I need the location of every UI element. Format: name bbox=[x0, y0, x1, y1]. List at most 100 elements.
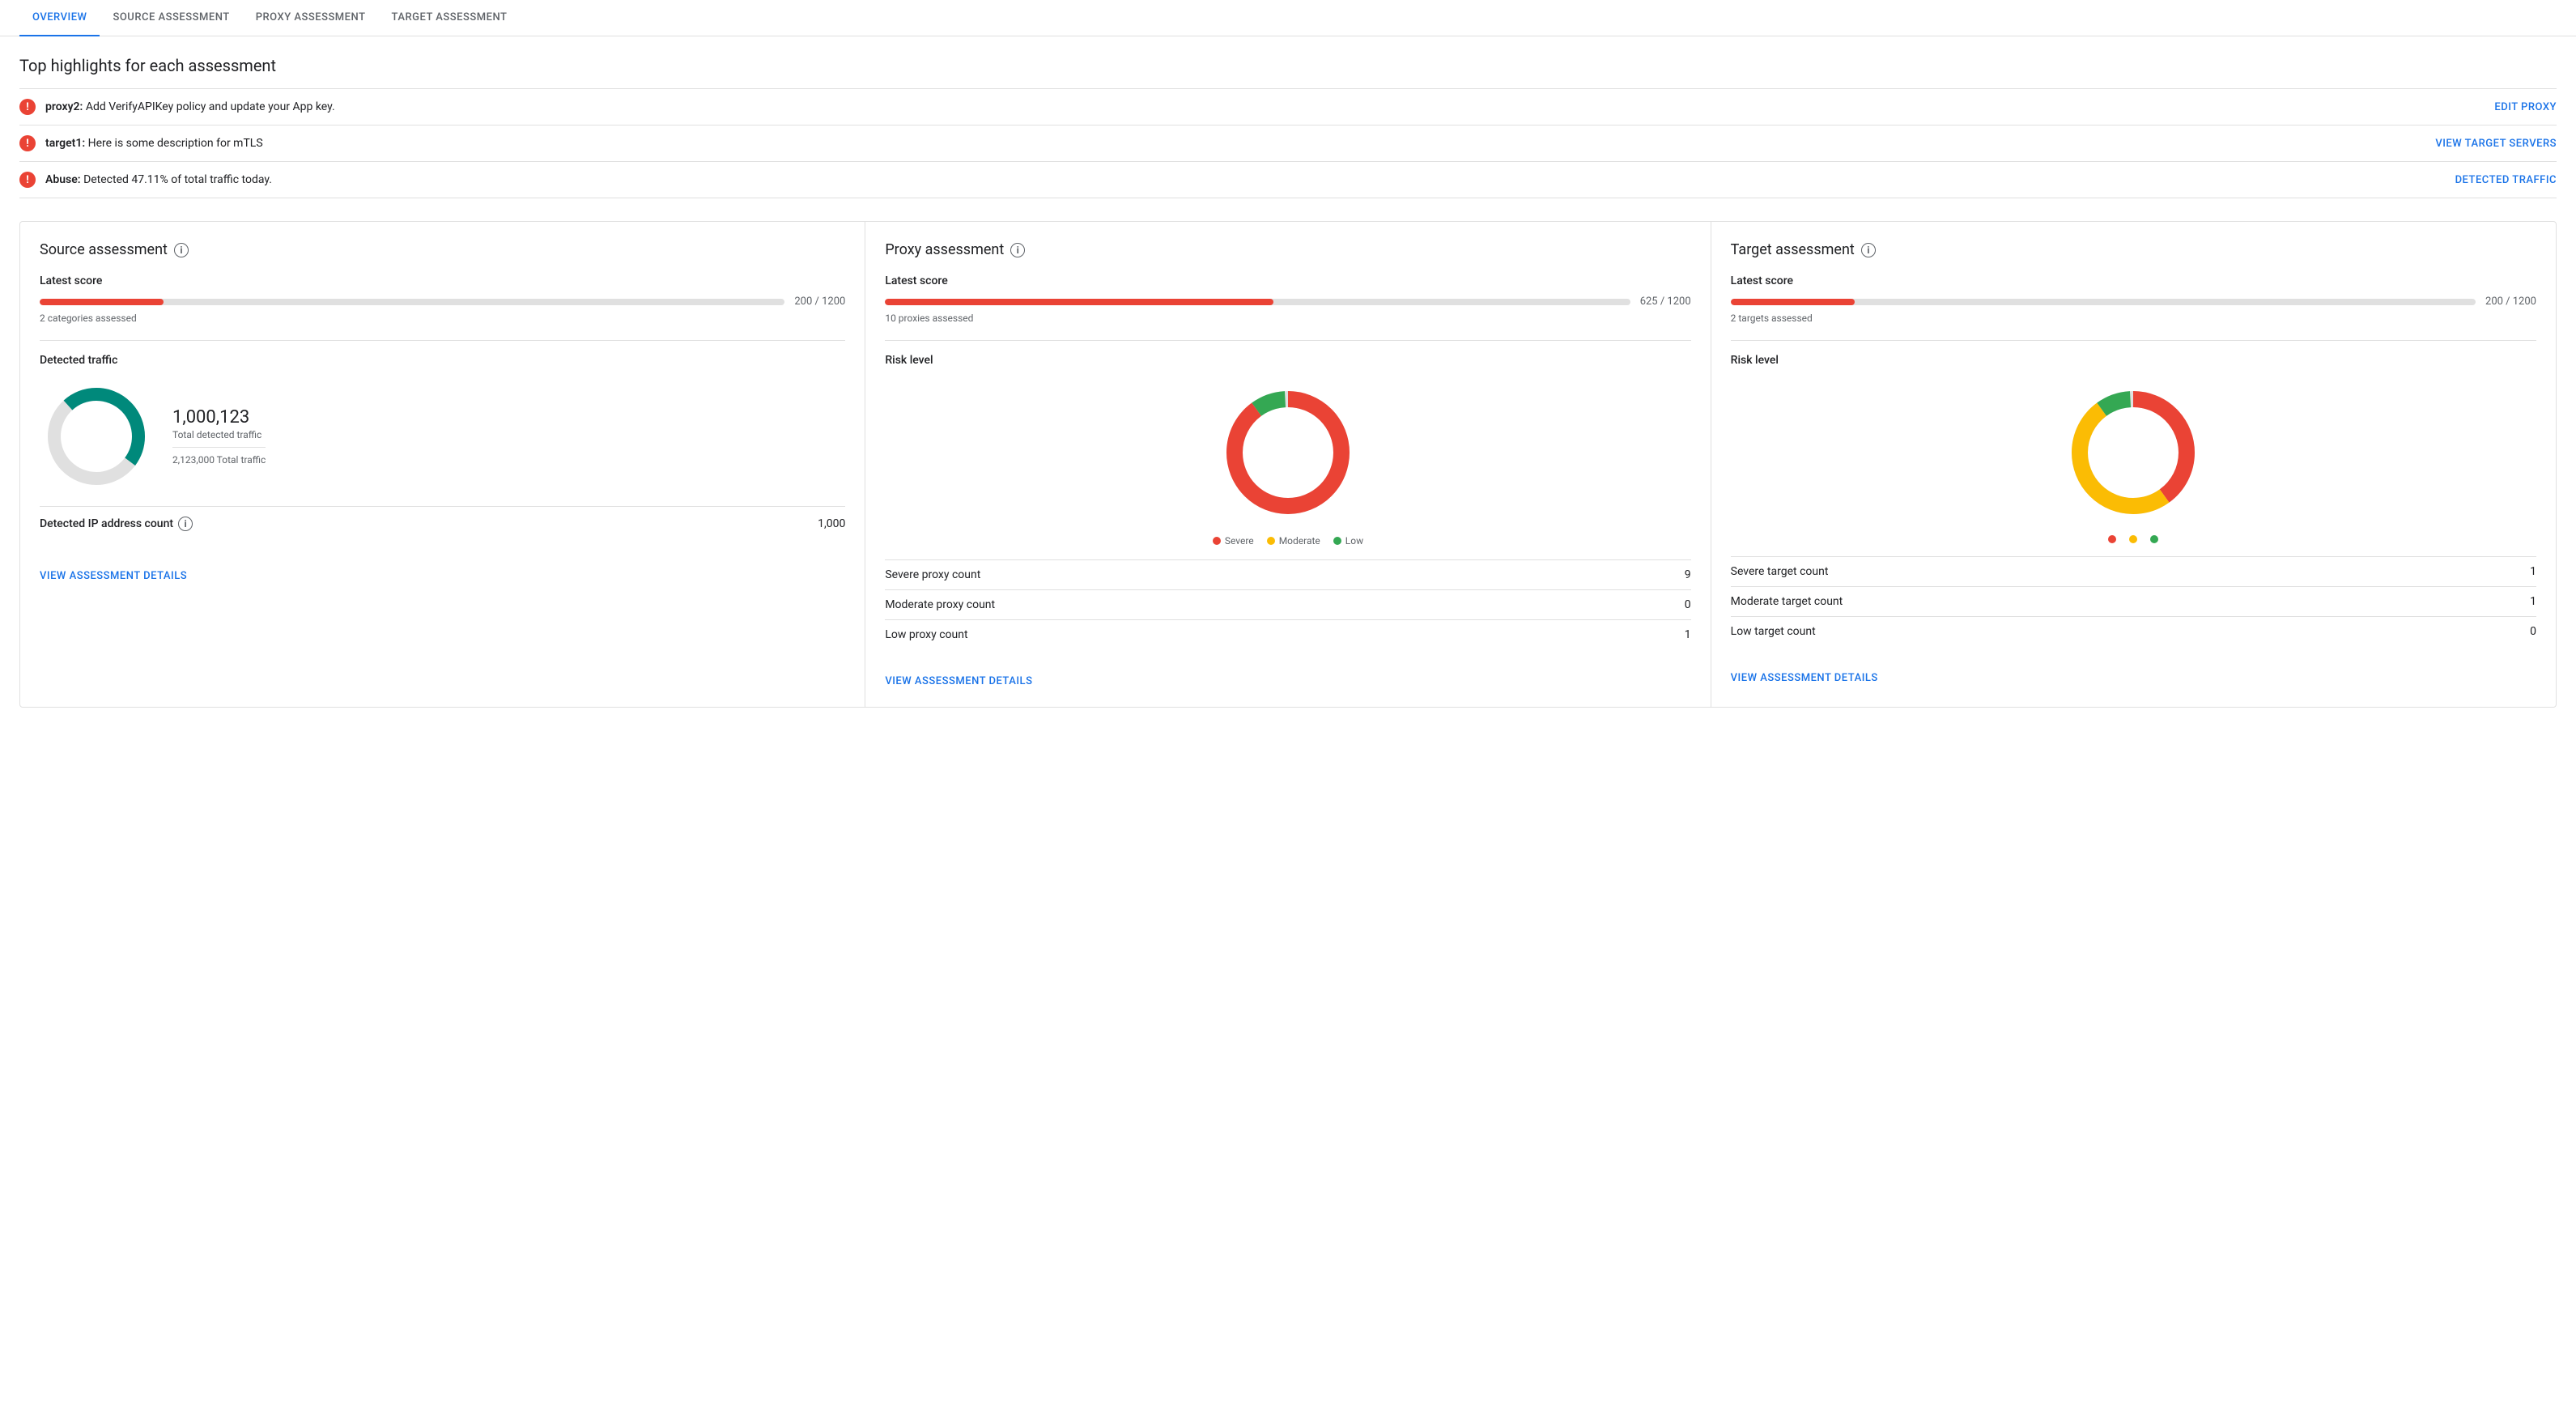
source-donut-svg bbox=[40, 380, 153, 493]
proxy-latest-score-label: Latest score bbox=[885, 274, 1690, 287]
tab-target[interactable]: TARGET ASSESSMENT bbox=[379, 0, 521, 36]
target-count-label: Moderate target count bbox=[1731, 595, 1843, 608]
target-count-value: 0 bbox=[2530, 625, 2536, 638]
target-moderate-dot bbox=[2129, 535, 2137, 543]
target-legend-moderate bbox=[2129, 535, 2137, 543]
highlight-link-abuse-highlight[interactable]: DETECTED TRAFFIC bbox=[2455, 174, 2557, 186]
proxy-count-row: Low proxy count 1 bbox=[885, 620, 1690, 649]
source-total-traffic: 2,123,000 Total traffic bbox=[172, 454, 266, 466]
target-risk-counts: Severe target count 1 Moderate target coun… bbox=[1731, 556, 2536, 646]
source-ip-info-icon[interactable]: i bbox=[178, 517, 193, 531]
highlight-left: ! Abuse: Detected 47.11% of total traffi… bbox=[19, 172, 272, 188]
source-title-text: Source assessment bbox=[40, 241, 168, 258]
error-icon: ! bbox=[19, 99, 36, 115]
proxy-assessment-card: Proxy assessment i Latest score 625 / 12… bbox=[865, 222, 1711, 707]
source-info-icon[interactable]: i bbox=[174, 243, 189, 257]
target-donut-svg bbox=[2060, 380, 2206, 525]
target-title-text: Target assessment bbox=[1731, 241, 1855, 258]
proxy-title-text: Proxy assessment bbox=[885, 241, 1004, 258]
target-latest-score-label: Latest score bbox=[1731, 274, 2536, 287]
source-ip-label: Detected IP address count i bbox=[40, 517, 193, 531]
source-donut-section: 1,000,123 Total detected traffic 2,123,0… bbox=[40, 380, 845, 493]
proxy-legend-moderate: Moderate bbox=[1267, 535, 1320, 547]
target-count-value: 1 bbox=[2530, 595, 2536, 608]
source-card-title: Source assessment i bbox=[40, 241, 845, 258]
target-risk-legend bbox=[1731, 535, 2536, 543]
target-count-label: Severe target count bbox=[1731, 565, 1829, 578]
source-assessment-card: Source assessment i Latest score 200 / 1… bbox=[20, 222, 865, 707]
highlight-row-proxy-highlight: ! proxy2: Add VerifyAPIKey policy and up… bbox=[19, 88, 2557, 125]
proxy-view-details[interactable]: VIEW ASSESSMENT DETAILS bbox=[885, 675, 1032, 687]
source-ip-count-row: Detected IP address count i 1,000 bbox=[40, 506, 845, 541]
error-icon: ! bbox=[19, 172, 36, 188]
source-detected-traffic-label: Detected traffic bbox=[40, 354, 845, 367]
proxy-count-value: 9 bbox=[1685, 568, 1691, 581]
target-legend-severe bbox=[2108, 535, 2116, 543]
target-risk-section bbox=[1731, 380, 2536, 543]
proxy-risk-counts: Severe proxy count9Moderate proxy count0… bbox=[885, 559, 1690, 649]
proxy-low-dot bbox=[1333, 537, 1341, 545]
source-donut-divider bbox=[172, 447, 266, 448]
proxy-count-value: 0 bbox=[1685, 598, 1691, 611]
proxy-score-bar-container: 625 / 1200 bbox=[885, 296, 1690, 308]
highlight-text: target1: Here is some description for mT… bbox=[45, 137, 263, 150]
proxy-proxies-text: 10 proxies assessed bbox=[885, 313, 1690, 324]
tab-overview[interactable]: OVERVIEW bbox=[19, 0, 100, 36]
target-donut-wrapper bbox=[2060, 380, 2206, 525]
proxy-risk-section: Severe Moderate Low bbox=[885, 380, 1690, 547]
source-ip-label-text: Detected IP address count bbox=[40, 517, 173, 530]
source-categories-text: 2 categories assessed bbox=[40, 313, 845, 324]
highlight-text: proxy2: Add VerifyAPIKey policy and upda… bbox=[45, 100, 335, 113]
source-latest-score-label: Latest score bbox=[40, 274, 845, 287]
source-detected-label: Total detected traffic bbox=[172, 429, 266, 440]
target-count-row: Low target count0 bbox=[1731, 617, 2536, 646]
target-score-bar-track bbox=[1731, 299, 2476, 305]
source-donut-wrapper bbox=[40, 380, 153, 493]
main-content: Top highlights for each assessment ! pro… bbox=[0, 36, 2576, 727]
highlights-list: ! proxy2: Add VerifyAPIKey policy and up… bbox=[19, 88, 2557, 198]
target-legend-low bbox=[2150, 535, 2158, 543]
target-low-dot bbox=[2150, 535, 2158, 543]
proxy-score-bar-fill bbox=[885, 299, 1273, 305]
target-score-bar-fill bbox=[1731, 299, 1855, 305]
proxy-count-label: Severe proxy count bbox=[885, 568, 980, 581]
proxy-donut-svg bbox=[1215, 380, 1361, 525]
proxy-risk-label: Risk level bbox=[885, 354, 1690, 367]
source-divider-1 bbox=[40, 340, 845, 341]
highlight-link-target-highlight[interactable]: VIEW TARGET SERVERS bbox=[2435, 138, 2557, 150]
proxy-score-bar-track bbox=[885, 299, 1630, 305]
source-view-details[interactable]: VIEW ASSESSMENT DETAILS bbox=[40, 570, 187, 582]
proxy-card-title: Proxy assessment i bbox=[885, 241, 1690, 258]
target-divider-1 bbox=[1731, 340, 2536, 341]
highlight-link-proxy-highlight[interactable]: EDIT PROXY bbox=[2494, 101, 2557, 113]
proxy-severe-dot bbox=[1213, 537, 1221, 545]
target-risk-label: Risk level bbox=[1731, 354, 2536, 367]
target-count-value: 1 bbox=[2530, 565, 2536, 578]
highlights-title: Top highlights for each assessment bbox=[19, 56, 2557, 75]
highlight-text: Abuse: Detected 47.11% of total traffic … bbox=[45, 173, 272, 186]
assessment-cards: Source assessment i Latest score 200 / 1… bbox=[19, 221, 2557, 708]
proxy-info-icon[interactable]: i bbox=[1010, 243, 1025, 257]
target-score-text: 200 / 1200 bbox=[2485, 296, 2536, 308]
tab-proxy[interactable]: PROXY ASSESSMENT bbox=[243, 0, 379, 36]
target-info-icon[interactable]: i bbox=[1861, 243, 1876, 257]
tab-source[interactable]: SOURCE ASSESSMENT bbox=[100, 0, 242, 36]
target-card-title: Target assessment i bbox=[1731, 241, 2536, 258]
proxy-legend-severe: Severe bbox=[1213, 535, 1254, 547]
target-score-bar-container: 200 / 1200 bbox=[1731, 296, 2536, 308]
error-icon: ! bbox=[19, 135, 36, 151]
proxy-moderate-dot bbox=[1267, 537, 1275, 545]
proxy-moderate-label: Moderate bbox=[1279, 535, 1320, 547]
proxy-count-value: 1 bbox=[1685, 628, 1691, 641]
target-view-details[interactable]: VIEW ASSESSMENT DETAILS bbox=[1731, 672, 1878, 684]
source-donut-info: 1,000,123 Total detected traffic 2,123,0… bbox=[172, 407, 266, 466]
proxy-severe-label: Severe bbox=[1225, 535, 1254, 547]
source-score-bar-fill bbox=[40, 299, 164, 305]
source-score-text: 200 / 1200 bbox=[794, 296, 845, 308]
target-severe-dot bbox=[2108, 535, 2116, 543]
highlight-left: ! target1: Here is some description for … bbox=[19, 135, 263, 151]
proxy-low-label: Low bbox=[1345, 535, 1363, 547]
proxy-count-label: Low proxy count bbox=[885, 628, 967, 641]
source-detected-count: 1,000,123 bbox=[172, 407, 266, 427]
proxy-risk-legend: Severe Moderate Low bbox=[885, 535, 1690, 547]
